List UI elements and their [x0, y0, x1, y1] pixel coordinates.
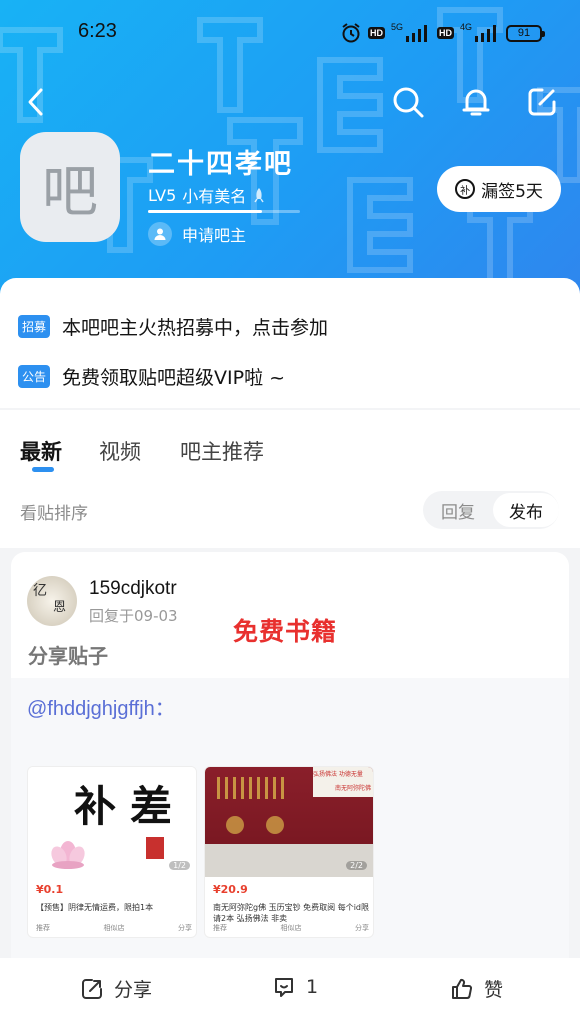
recommend-action[interactable]: 推荐 [213, 923, 227, 933]
banner-text-2: 南无阿弥陀佛 [334, 785, 371, 792]
similar-action[interactable]: 相似店 [281, 923, 302, 933]
forum-avatar[interactable]: 吧 [20, 132, 120, 242]
notice-tag: 公告 [18, 365, 51, 388]
lotus-icon [51, 841, 85, 869]
chevron-left-icon [28, 88, 43, 116]
image-count: 1/2 [169, 861, 190, 870]
notice-text: 本吧吧主火热招募中，点击参加 [62, 317, 329, 339]
product-actions: 推荐 相似店 分享 [213, 923, 369, 933]
bell-icon [462, 89, 490, 116]
notice-text: 免费领取贴吧超级VIP啦 ~ [62, 367, 286, 389]
sign-in-button[interactable]: 补 漏签5天 [437, 166, 561, 212]
share-button[interactable]: 分享 [80, 975, 152, 1002]
forum-name: 二十四孝吧 [148, 149, 293, 180]
notice-announcement[interactable]: 公告 免费领取贴吧超级VIP啦 ~ [18, 363, 285, 390]
banner-text-1: 弘扬佛法 功德无量 [313, 771, 363, 778]
status-bar: 6:23 HD 5G HD 4G 91 [0, 0, 580, 66]
recommend-action[interactable]: 推荐 [36, 923, 50, 933]
share-action[interactable]: 分享 [355, 923, 369, 933]
comment-button[interactable]: 1 [272, 975, 318, 999]
user-avatar[interactable]: 𢒼 恩 [27, 576, 77, 626]
product-card[interactable]: 补差 1/2 ¥0.1 【预售】阴律无情运费，限拍1本 推荐 相似店 分享 [27, 766, 197, 938]
product-price: ¥20.9 [213, 883, 248, 896]
post-title[interactable]: 分享贴子 [28, 640, 108, 669]
like-button[interactable]: 赞 [450, 975, 503, 1002]
image-count: 2/2 [346, 861, 367, 870]
hd-badge-2: HD [436, 27, 454, 39]
back-button[interactable] [16, 82, 56, 122]
share-action[interactable]: 分享 [178, 923, 192, 933]
tab-video[interactable]: 视频 [99, 436, 141, 466]
search-button[interactable] [388, 82, 428, 122]
shared-content[interactable]: @fhddjghjgffjh： 补差 1/2 ¥0.1 【预售】阴律无情运费，限… [11, 678, 569, 998]
product-card[interactable]: 弘扬佛法 功德无量 南无阿弥陀佛 2/2 ¥20.9 南无阿弥陀g佛 玉历宝钞 … [204, 766, 374, 938]
book-cover-pattern [217, 777, 284, 834]
calligraphy-text: 补差 [74, 782, 187, 831]
post-username[interactable]: 159cdjkotr [89, 578, 177, 600]
search-icon [393, 87, 424, 118]
tabs-area [0, 410, 580, 550]
apply-label: 申请吧主 [182, 226, 247, 245]
level-progress-bar [148, 210, 300, 213]
forum-header: 6:23 HD 5G HD 4G 91 吧 二十四孝吧 LV5 小有美名 申请吧… [0, 0, 580, 300]
level-label: LV5 [148, 185, 177, 205]
post-reply-time: 回复于09-03 [89, 607, 178, 625]
rocket-icon [254, 188, 264, 203]
comment-count: 1 [306, 976, 319, 998]
seal-stamp [146, 837, 164, 859]
product-actions: 推荐 相似店 分享 [36, 923, 192, 933]
signal-icon-1 [405, 25, 427, 42]
hd-badge-1: HD [367, 27, 385, 39]
tab-latest[interactable]: 最新 [20, 436, 62, 466]
product-description: 南无阿弥陀g佛 玉历宝钞 免费取阅 每个id限请2本 弘扬佛法 非卖 [213, 903, 370, 923]
level-title: 小有美名 [182, 187, 247, 206]
sort-label: 看贴排序 [20, 504, 88, 524]
mention-link[interactable]: @fhddjghjgffjh： [27, 692, 175, 721]
edit-icon [528, 88, 556, 116]
share-label: 分享 [114, 979, 153, 1001]
notice-recruit[interactable]: 招募 本吧吧主火热招募中，点击参加 [18, 313, 328, 340]
status-icons: HD 5G HD 4G 91 [340, 22, 545, 44]
notification-button[interactable] [456, 82, 496, 122]
level-progress-fill [148, 210, 262, 213]
product-description: 【预售】阴律无情运费，限拍1本 [36, 903, 154, 912]
makeup-sign-icon: 补 [455, 179, 476, 199]
user-icon [148, 222, 172, 246]
sort-option-reply[interactable]: 回复 [425, 491, 491, 529]
notice-tag: 招募 [18, 315, 51, 338]
sort-toggle: 回复 发布 [423, 491, 559, 529]
network-5g-label: 5G [390, 22, 403, 32]
tab-moderator-picks[interactable]: 吧主推荐 [180, 436, 264, 466]
comment-icon [275, 978, 293, 997]
forum-level-row[interactable]: LV5 小有美名 [148, 183, 266, 207]
similar-action[interactable]: 相似店 [104, 923, 125, 933]
post-card[interactable]: 𢒼 恩 159cdjkotr 回复于09-03 免费书籍 分享贴子 @fhddj… [11, 552, 569, 1021]
compose-button[interactable] [522, 82, 562, 122]
like-label: 赞 [484, 979, 504, 1001]
product-price: ¥0.1 [36, 883, 64, 896]
apply-moderator-button[interactable]: 申请吧主 [148, 222, 246, 246]
network-4g-label: 4G [459, 22, 472, 32]
thumbs-up-icon [452, 978, 473, 999]
sign-label: 漏签5天 [481, 181, 543, 202]
share-icon [82, 978, 102, 999]
alarm-icon [342, 23, 360, 43]
overlay-text: 免费书籍 [233, 617, 338, 646]
battery-icon: 91 [506, 24, 545, 42]
sort-option-publish[interactable]: 发布 [493, 493, 559, 527]
active-tab-indicator [32, 467, 54, 472]
signal-icon-2 [475, 25, 496, 42]
status-time: 6:23 [78, 20, 117, 42]
